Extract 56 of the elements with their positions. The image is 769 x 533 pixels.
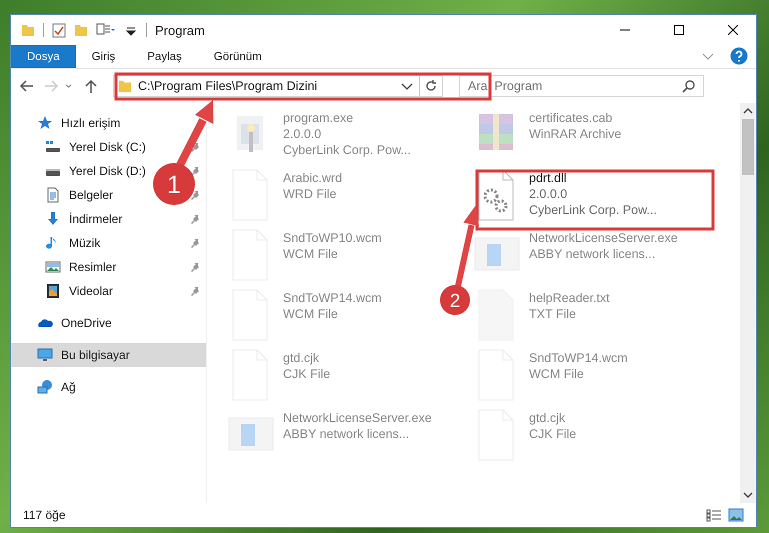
ribbon-tab[interactable]: Görünüm [198,45,278,68]
file-detail: ABBY network licens... [529,247,656,261]
file-detail: 2.0.0.0 [529,187,568,201]
drive-c-icon [43,139,63,155]
sidebar-item[interactable]: Ağ [11,375,206,399]
file-detail: TXT File [529,307,577,321]
checklist-icon[interactable] [52,22,66,38]
sidebar-item[interactable]: Yerel Disk (D:) [69,164,146,178]
search-icon [682,79,696,93]
computer-icon [35,347,55,363]
callout-circle [440,285,470,315]
close-icon [728,25,738,35]
sidebar-item[interactable]: OneDrive [11,311,206,335]
scrollbar-thumb[interactable] [742,119,754,175]
sidebar-item[interactable]: Müzik [69,236,100,250]
file-detail: 2.0.0.0 [283,127,322,141]
ribbon-tab[interactable]: Giriş [76,45,132,68]
callout-circle [153,163,195,205]
details-view-icon[interactable] [706,508,722,522]
pictures-icon [43,259,63,275]
sidebar-item[interactable]: Resimler [69,260,116,274]
file-detail: CJK File [529,427,576,441]
sidebar-item[interactable]: Hızlı erişim [11,111,206,135]
chevron-down-icon[interactable] [743,491,753,499]
help-icon[interactable] [730,47,748,65]
callout-number: 1 [167,171,181,199]
file-detail: WinRAR Archive [529,127,622,141]
callout-number: 2 [450,291,460,312]
ribbon-tab[interactable]: Dosya [11,45,76,68]
pointer-arrow [176,100,214,167]
file-detail: ABBY network licens... [283,427,410,441]
scrollbar[interactable] [740,103,756,503]
file-detail: WRD File [283,187,338,201]
window-title: Program [155,22,206,38]
file-name[interactable]: pdrt.dll [529,171,657,185]
file-detail: WCM File [283,247,339,261]
sidebar-item[interactable]: İndirmeler [69,212,122,226]
file-detail: CyberLink Corp. Pow... [283,143,411,157]
ribbon-tab[interactable]: Paylaş [131,45,198,68]
sidebar-item[interactable]: Videolar [69,284,113,298]
folder-icon [118,78,132,94]
item-count: 117 öğe [23,508,66,522]
sidebar-item[interactable]: Bu bilgisayar [11,343,206,367]
maximize-icon [674,25,684,35]
file-detail: WCM File [529,367,585,381]
sidebar-item[interactable]: Yerel Disk (C:) [69,140,146,154]
refresh-icon [424,79,438,93]
sidebar-item[interactable]: Belgeler [69,188,114,202]
address-bar[interactable]: C:\Program Files\Program Dizini [113,75,443,97]
file-detail: CJK File [283,367,330,381]
network-icon [35,379,55,395]
file-detail: CyberLink Corp. Pow... [529,203,657,217]
file-detail: WCM File [283,307,339,321]
folder-icon [21,22,35,38]
chevron-up-icon[interactable] [743,107,753,115]
large-icons-view-icon[interactable] [728,508,744,522]
